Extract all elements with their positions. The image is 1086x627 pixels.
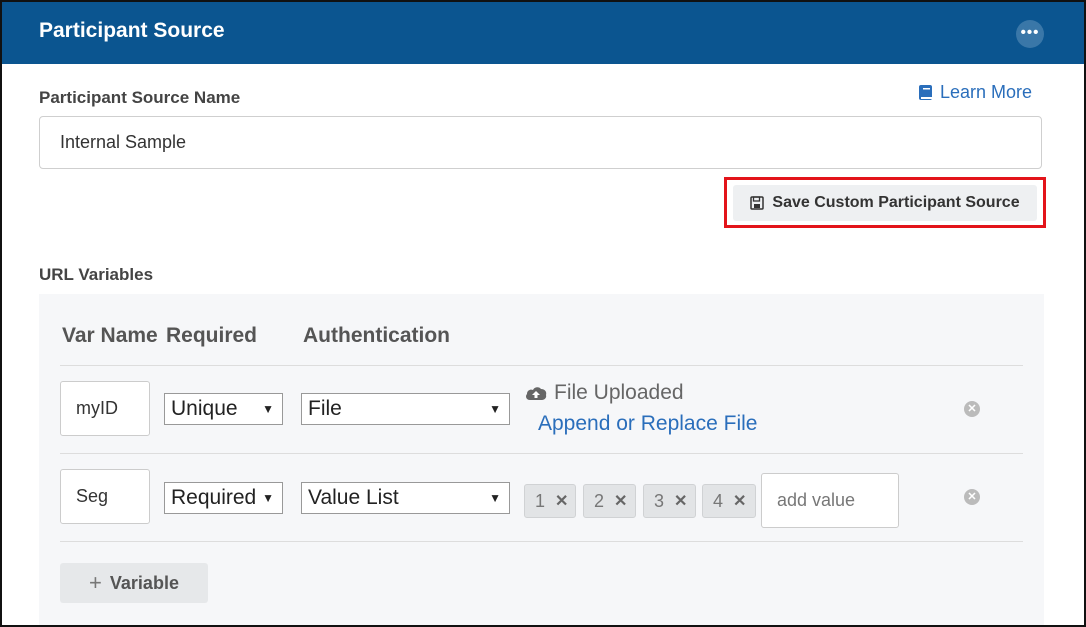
value-tag: 2 ✕ <box>583 484 636 518</box>
dropdown-arrow-icon: ▼ <box>262 491 274 505</box>
required-select-value: Required <box>171 486 257 509</box>
dropdown-arrow-icon: ▼ <box>489 402 501 416</box>
table-divider <box>60 365 1023 366</box>
close-icon[interactable]: ✕ <box>674 491 687 511</box>
close-icon[interactable]: ✕ <box>555 491 568 511</box>
authentication-select[interactable]: File ▼ <box>301 393 510 425</box>
value-tag-label: 1 <box>535 490 546 511</box>
save-custom-source-button[interactable]: Save Custom Participant Source <box>733 185 1037 221</box>
authentication-select-value: Value List <box>308 486 399 509</box>
var-name-input[interactable]: Seg <box>60 469 150 524</box>
table-divider <box>60 453 1023 454</box>
dropdown-arrow-icon: ▼ <box>489 491 501 505</box>
cloud-upload-icon <box>526 387 547 400</box>
learn-more-label: Learn More <box>940 82 1033 102</box>
panel-title: Participant Source <box>39 19 225 42</box>
floppy-disk-icon <box>750 196 765 210</box>
required-select-value: Unique <box>171 397 238 420</box>
value-tag: 3 ✕ <box>643 484 696 518</box>
var-name-input[interactable]: myID <box>60 381 150 436</box>
value-tag-label: 4 <box>713 490 724 511</box>
add-variable-button[interactable]: + Variable <box>60 563 208 603</box>
value-tag: 4 ✕ <box>702 484 756 518</box>
authentication-select-value: File <box>308 397 342 420</box>
authentication-select[interactable]: Value List ▼ <box>301 482 510 514</box>
panel-header: Participant Source ••• <box>2 2 1084 64</box>
remove-row-icon[interactable]: ✕ <box>964 489 980 505</box>
value-tag-label: 3 <box>654 490 665 511</box>
source-name-input[interactable]: Internal Sample <box>39 116 1042 169</box>
close-icon[interactable]: ✕ <box>614 491 627 511</box>
file-status: File Uploaded <box>524 381 684 405</box>
source-name-label: Participant Source Name <box>39 88 241 107</box>
required-select[interactable]: Unique ▼ <box>164 393 283 425</box>
column-authentication: Authentication <box>303 324 450 347</box>
add-variable-label: Variable <box>109 572 179 593</box>
required-select[interactable]: Required ▼ <box>164 482 283 514</box>
table-divider <box>60 541 1023 542</box>
url-variables-label: URL Variables <box>39 265 154 284</box>
remove-row-icon[interactable]: ✕ <box>964 401 980 417</box>
value-tag: 1 ✕ <box>524 484 576 518</box>
file-status-label: File Uploaded <box>554 381 684 404</box>
participant-source-panel: Participant Source ••• Participant Sourc… <box>0 0 1086 627</box>
add-value-input[interactable]: add value <box>761 473 899 528</box>
book-icon <box>919 84 932 100</box>
column-required: Required <box>166 324 258 347</box>
ellipsis-icon[interactable]: ••• <box>1016 20 1044 48</box>
close-icon[interactable]: ✕ <box>733 491 746 511</box>
plus-icon: + <box>89 570 102 595</box>
value-tag-label: 2 <box>594 490 605 511</box>
column-var-name: Var Name <box>62 324 158 347</box>
save-button-label: Save Custom Participant Source <box>772 194 1020 211</box>
append-replace-file-link[interactable]: Append or Replace File <box>538 412 757 436</box>
learn-more-link[interactable]: Learn More <box>918 82 1032 103</box>
dropdown-arrow-icon: ▼ <box>262 402 274 416</box>
